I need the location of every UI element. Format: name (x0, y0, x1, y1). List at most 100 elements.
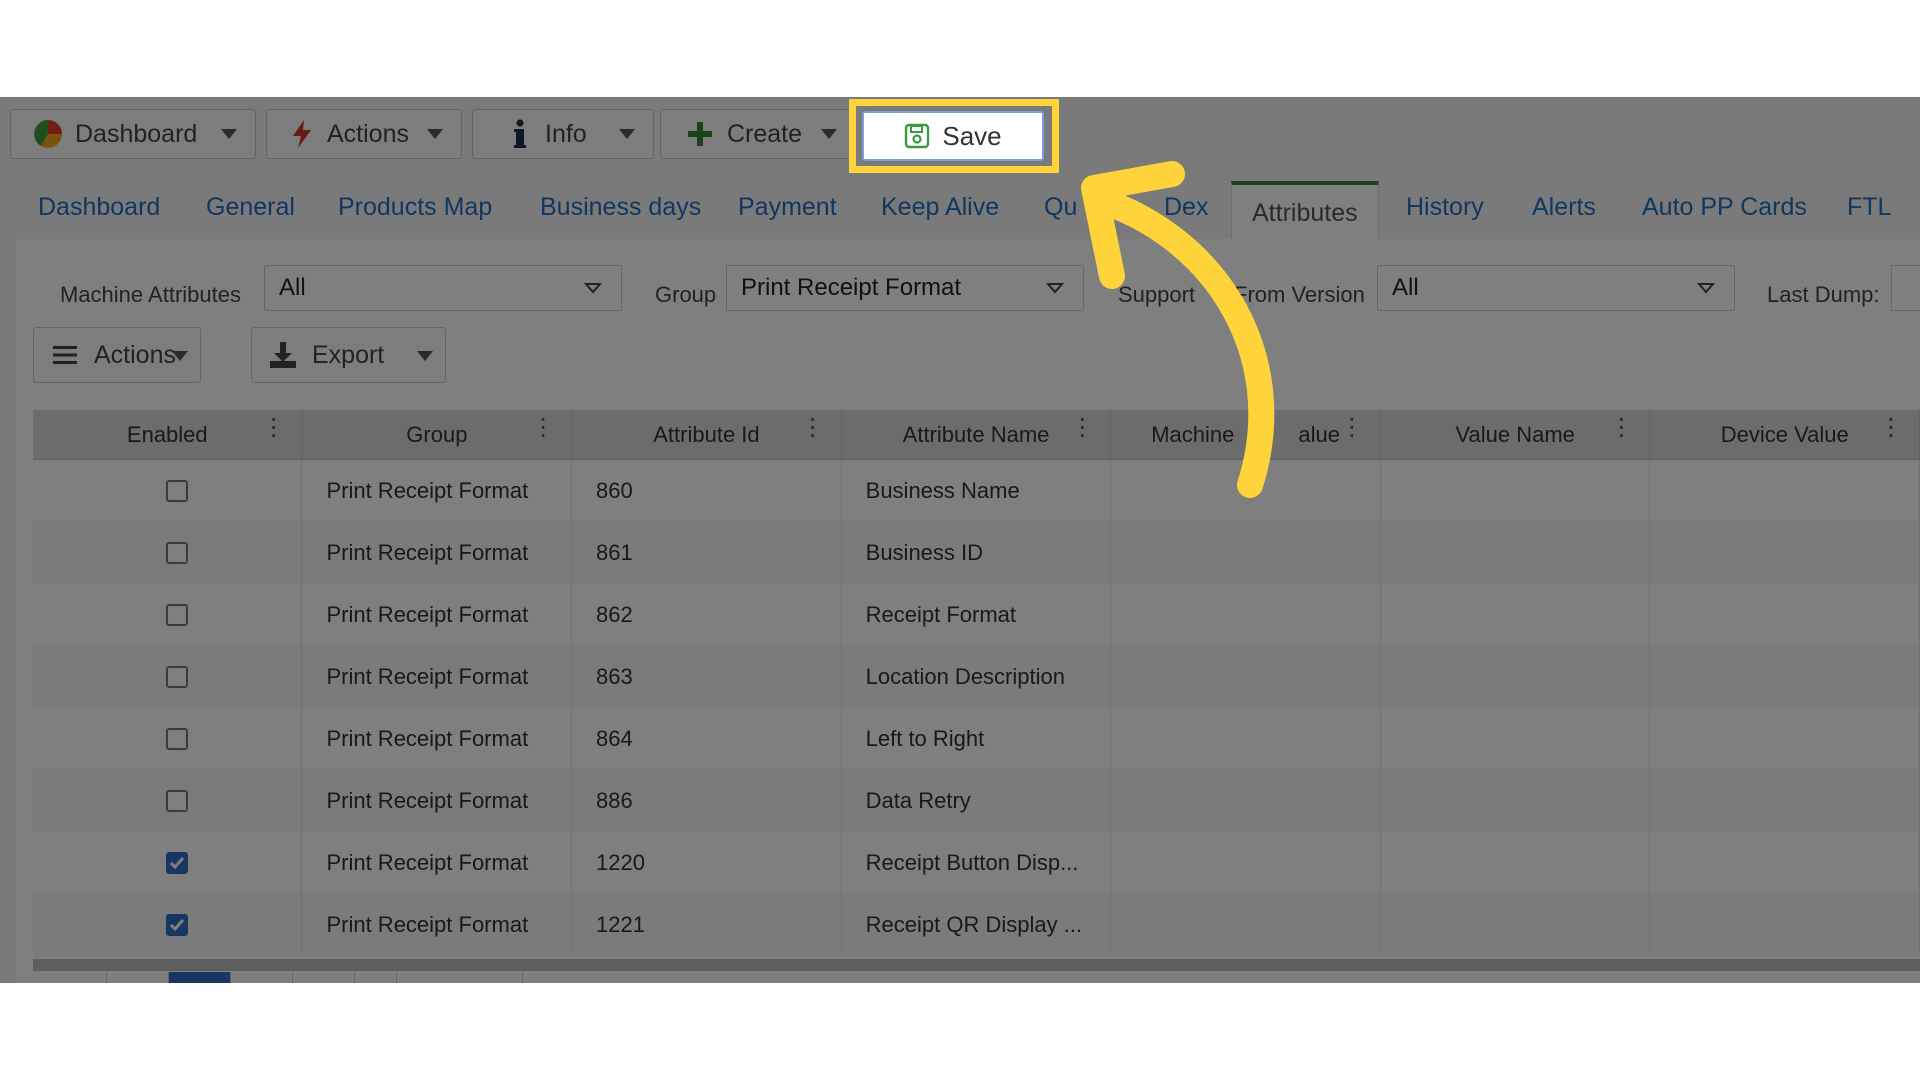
machine-value-cell[interactable] (1111, 770, 1381, 831)
tab-keep-alive[interactable]: Keep Alive (881, 193, 999, 222)
tab-payment[interactable]: Payment (738, 193, 837, 222)
floppy-disk-icon (905, 123, 930, 149)
column-attribute-id[interactable]: Attribute Id ⋮ (572, 410, 842, 459)
machine-value-cell[interactable] (1111, 832, 1381, 893)
group-select[interactable]: Print Receipt Format (726, 265, 1084, 311)
column-label: Value Name (1455, 421, 1575, 447)
export-button[interactable]: Export (251, 327, 446, 383)
device-value-cell (1650, 522, 1920, 583)
column-enabled[interactable]: Enabled ⋮ (33, 410, 303, 459)
machine-value-cell[interactable] (1111, 584, 1381, 645)
column-group[interactable]: Group ⋮ (303, 410, 573, 459)
table-row[interactable]: Print Receipt Format 863 Location Descri… (33, 646, 1920, 708)
machine-attributes-label: Machine Attributes (60, 282, 241, 307)
chevron-down-icon (1696, 283, 1716, 294)
pager-segment[interactable] (33, 972, 107, 983)
column-menu-icon[interactable]: ⋮ (801, 416, 825, 440)
enabled-checkbox[interactable] (166, 727, 189, 750)
tab-general[interactable]: General (206, 193, 295, 222)
tab-products-map[interactable]: Products Map (338, 193, 492, 222)
group-cell: Print Receipt Format (302, 460, 573, 521)
actions-menu-button[interactable]: Actions (266, 109, 462, 159)
column-label: Attribute Name (902, 421, 1050, 447)
tab-attributes[interactable]: Attributes (1231, 181, 1379, 241)
column-device-value[interactable]: Device Value ⋮ (1650, 410, 1920, 459)
group-cell: Print Receipt Format (302, 894, 573, 955)
chevron-down-icon (417, 351, 433, 361)
tab-dashboard[interactable]: Dashboard (38, 193, 160, 222)
column-menu-icon[interactable]: ⋮ (1070, 416, 1094, 440)
machine-value-cell[interactable] (1111, 708, 1381, 769)
tab-alerts[interactable]: Alerts (1532, 193, 1596, 222)
supported-version-value: All (1392, 274, 1419, 301)
create-menu-button[interactable]: Create (660, 109, 856, 159)
table-row[interactable]: Print Receipt Format 886 Data Retry (33, 770, 1920, 832)
enabled-checkbox[interactable] (166, 789, 189, 812)
column-menu-icon[interactable]: ⋮ (262, 416, 286, 440)
column-attribute-name[interactable]: Attribute Name ⋮ (842, 410, 1112, 459)
table-row[interactable]: Print Receipt Format 1221 Receipt QR Dis… (33, 894, 1920, 956)
tab-history[interactable]: History (1406, 193, 1484, 222)
column-menu-icon[interactable]: ⋮ (1609, 416, 1633, 440)
column-menu-icon[interactable]: ⋮ (531, 416, 555, 440)
last-dump-input[interactable] (1891, 265, 1920, 311)
device-value-cell (1650, 708, 1920, 769)
column-menu-icon[interactable]: ⋮ (1879, 416, 1903, 440)
enabled-checkbox[interactable] (166, 479, 189, 502)
column-value-name[interactable]: Value Name ⋮ (1381, 410, 1651, 459)
tab-bar: Dashboard General Products Map Business … (0, 181, 1920, 241)
info-menu-button[interactable]: Info (472, 109, 654, 159)
table-row[interactable]: Print Receipt Format 864 Left to Right (33, 708, 1920, 770)
enabled-checkbox[interactable] (166, 603, 189, 626)
device-value-cell (1650, 460, 1920, 521)
enabled-checkbox[interactable] (166, 541, 189, 564)
device-value-cell (1650, 832, 1920, 893)
machine-value-cell[interactable] (1111, 460, 1381, 521)
download-icon (268, 340, 298, 370)
attribute-id-cell: 863 (572, 646, 842, 707)
horizontal-scrollbar[interactable] (33, 959, 1920, 971)
pager-segment[interactable] (107, 972, 169, 983)
tab-qu[interactable]: Qu (1044, 193, 1077, 222)
attribute-id-cell: 1220 (572, 832, 842, 893)
machine-value-cell[interactable] (1111, 646, 1381, 707)
table-row[interactable]: Print Receipt Format 1220 Receipt Button… (33, 832, 1920, 894)
lightning-icon (285, 117, 319, 151)
tab-ftl[interactable]: FTL (1847, 193, 1891, 222)
supported-version-select[interactable]: All (1377, 265, 1735, 311)
pager-segment[interactable] (293, 972, 355, 983)
enabled-checkbox-checked[interactable] (166, 913, 189, 936)
tab-business-days[interactable]: Business days (540, 193, 701, 222)
supported-label-end: From Version (1234, 282, 1365, 307)
chevron-down-icon (172, 351, 188, 361)
attribute-id-cell: 860 (572, 460, 842, 521)
attribute-name-cell: Receipt Format (842, 584, 1112, 645)
enabled-checkbox[interactable] (166, 665, 189, 688)
attribute-name-cell: Receipt QR Display ... (842, 894, 1112, 955)
attributes-table: Enabled ⋮ Group ⋮ Attribute Id ⋮ Attribute … (33, 410, 1920, 956)
pager-segment[interactable] (231, 972, 293, 983)
table-row[interactable]: Print Receipt Format 861 Business ID (33, 522, 1920, 584)
pager-segment[interactable] (397, 972, 523, 983)
column-menu-icon[interactable]: ⋮ (1340, 416, 1364, 440)
tab-auto-pp-cards[interactable]: Auto PP Cards (1642, 193, 1807, 222)
pager-segment[interactable] (355, 972, 397, 983)
supported-label-start: Support (1118, 282, 1196, 307)
tab-dex[interactable]: Dex (1164, 193, 1208, 222)
value-name-cell (1381, 646, 1651, 707)
column-machine-value[interactable]: Machine alue ⋮ (1111, 410, 1381, 459)
attribute-id-cell: 1221 (572, 894, 842, 955)
table-row[interactable]: Print Receipt Format 862 Receipt Format (33, 584, 1920, 646)
pager-segment-active[interactable] (169, 972, 231, 983)
table-row[interactable]: Print Receipt Format 860 Business Name (33, 460, 1920, 522)
machine-attributes-select[interactable]: All (264, 265, 622, 311)
app-frame: Dashboard Actions Info Create Dashboard … (0, 97, 1920, 983)
machine-value-cell[interactable] (1111, 522, 1381, 583)
column-label: Attribute Id (653, 421, 760, 447)
grid-actions-button[interactable]: Actions (33, 327, 201, 383)
save-button[interactable]: Save (862, 111, 1044, 161)
machine-value-cell[interactable] (1111, 894, 1381, 955)
enabled-checkbox-checked[interactable] (166, 851, 189, 874)
value-name-cell (1381, 770, 1651, 831)
dashboard-menu-button[interactable]: Dashboard (10, 109, 256, 159)
